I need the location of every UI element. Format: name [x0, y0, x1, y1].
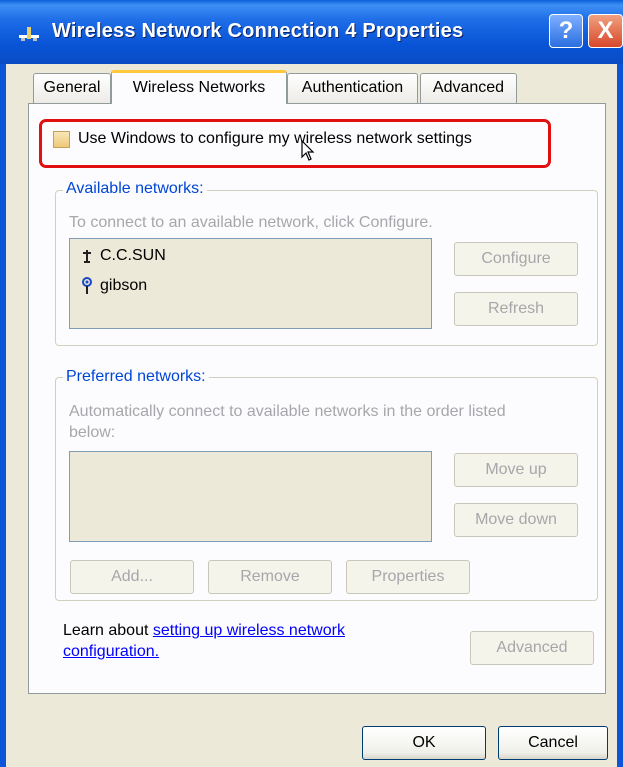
configure-button[interactable]: Configure	[454, 242, 578, 276]
preferred-networks-hint-line2: below:	[69, 424, 116, 441]
available-networks-hint: To connect to an available network, clic…	[69, 214, 433, 231]
setup-wireless-link[interactable]: setting up wireless network	[153, 622, 345, 639]
properties-button[interactable]: Properties	[346, 560, 470, 594]
cancel-button[interactable]: Cancel	[498, 726, 608, 760]
window-left-border	[0, 64, 6, 767]
tab-authentication[interactable]: Authentication	[287, 73, 418, 103]
network-connection-icon	[19, 27, 39, 41]
refresh-button[interactable]: Refresh	[454, 292, 578, 326]
move-up-button[interactable]: Move up	[454, 453, 578, 487]
move-down-button[interactable]: Move down	[454, 503, 578, 537]
network-name: gibson	[100, 277, 148, 295]
learn-about-prefix: Learn about	[63, 622, 153, 639]
network-antenna-icon	[82, 277, 92, 294]
tab-general[interactable]: General	[33, 73, 111, 103]
help-icon: ?	[558, 17, 574, 44]
learn-about-text: Learn about setting up wireless network …	[63, 620, 443, 662]
advanced-button[interactable]: Advanced	[470, 631, 594, 665]
window-title: Wireless Network Connection 4 Properties	[52, 20, 464, 42]
preferred-networks-hint-line1: Automatically connect to available netwo…	[69, 403, 506, 420]
tab-advanced[interactable]: Advanced	[420, 73, 517, 103]
available-networks-list[interactable]: C.C.SUN gibson	[69, 238, 432, 329]
preferred-networks-legend: Preferred networks:	[63, 368, 209, 386]
available-networks-legend: Available networks:	[63, 180, 207, 198]
preferred-networks-list[interactable]	[69, 451, 432, 542]
tab-wireless-networks[interactable]: Wireless Networks	[111, 70, 287, 104]
close-icon: X	[597, 17, 614, 44]
properties-dialog: Wireless Network Connection 4 Properties…	[0, 0, 623, 767]
remove-button[interactable]: Remove	[208, 560, 332, 594]
close-button[interactable]: X	[588, 14, 623, 48]
highlight-annotation	[39, 119, 551, 168]
help-button[interactable]: ?	[549, 14, 583, 48]
list-item[interactable]: C.C.SUN	[80, 247, 166, 265]
list-item[interactable]: gibson	[80, 277, 147, 295]
ok-button[interactable]: OK	[362, 726, 486, 760]
window-right-border	[617, 64, 623, 767]
network-signal-icon	[83, 249, 91, 263]
mouse-cursor-icon	[301, 140, 315, 161]
title-bar[interactable]: Wireless Network Connection 4 Properties…	[0, 0, 623, 64]
network-name: C.C.SUN	[100, 247, 166, 264]
add-button[interactable]: Add...	[70, 560, 194, 594]
setup-wireless-link-continued[interactable]: configuration.	[63, 643, 159, 660]
